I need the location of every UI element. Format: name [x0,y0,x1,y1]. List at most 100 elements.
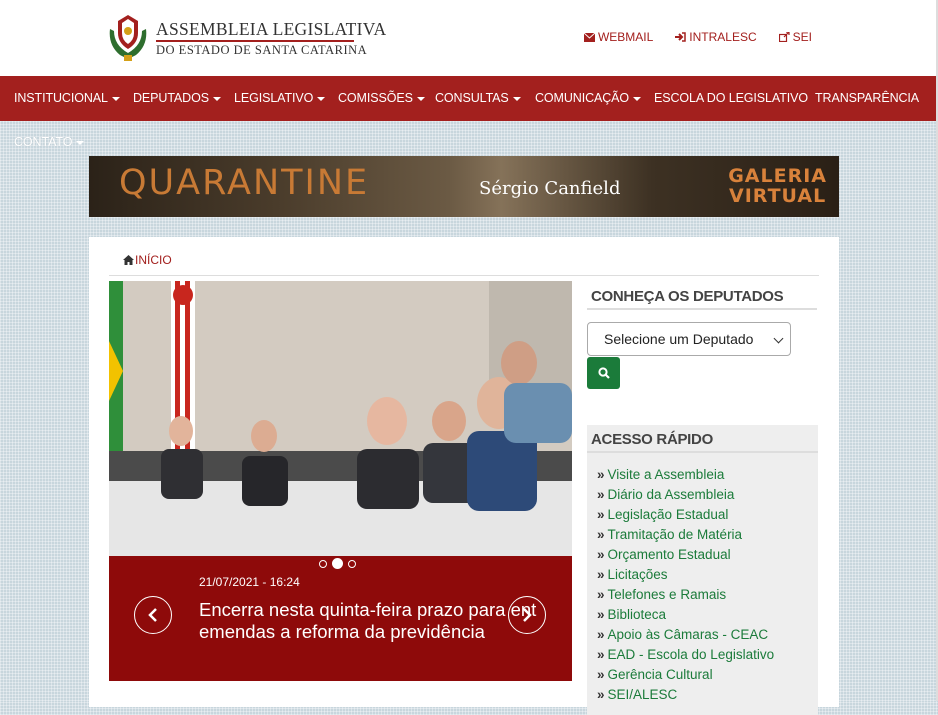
double-chevron-icon: » [597,507,605,522]
acesso-rapido-list: » Visite a Assembleia » Diário da Assemble… [597,467,774,707]
slide-title-line1: Encerra nesta quinta-feira prazo para en… [199,599,537,620]
alesc-logo[interactable]: ASSEMBLEIA LEGISLATIVA DO ESTADO DE SANT… [104,11,386,63]
deputado-select[interactable]: Selecione um Deputado [587,322,791,356]
acesso-rapido-heading: ACESSO RÁPIDO [591,431,713,448]
quick-link-label: Licitações [607,567,668,582]
quick-link[interactable]: » Visite a Assembleia [597,467,774,487]
slide-photo[interactable] [109,281,572,556]
quick-link[interactable]: » Telefones e Ramais [597,587,774,607]
double-chevron-icon: » [597,487,605,502]
intralesc-label: INTRALESC [689,30,757,44]
slide-dot[interactable] [348,559,356,568]
breadcrumb[interactable]: INÍCIO [123,253,172,267]
nav-row-2: CONTATO [0,121,936,156]
quick-link-label: Legislação Estadual [607,507,729,522]
quick-link-label: Apoio às Câmaras - CEAC [607,627,769,642]
session-photo [109,281,572,556]
nav-comissoes[interactable]: COMISSÕES [338,91,425,105]
sei-label: SEI [792,30,812,44]
site-header: ASSEMBLEIA LEGISLATIVA DO ESTADO DE SANT… [0,0,938,76]
quick-link[interactable]: » Gerência Cultural [597,667,774,687]
quick-link[interactable]: » EAD - Escola do Legislativo [597,647,774,667]
deputado-select-value: Selecione um Deputado [604,331,754,347]
logo-title: ASSEMBLEIA LEGISLATIVA [156,19,387,39]
deputado-search-button[interactable] [587,357,620,389]
quick-link[interactable]: » SEI/ALESC [597,687,774,707]
slide-prev-button[interactable] [134,596,172,634]
caret-down-icon [633,96,642,101]
double-chevron-icon: » [597,647,605,662]
quick-link[interactable]: » Legislação Estadual [597,507,774,527]
quick-link-label: EAD - Escola do Legislativo [607,647,775,662]
quick-link-label: Diário da Assembleia [607,487,735,502]
quick-link[interactable]: » Orçamento Estadual [597,547,774,567]
caret-down-icon [317,96,326,101]
nav-label: LEGISLATIVO [234,91,314,105]
nav-label: INSTITUCIONAL [14,91,108,105]
home-icon [123,255,134,265]
chevron-left-icon [148,608,157,622]
slide-indicators [319,558,356,569]
chevron-down-icon [773,333,784,344]
intralesc-link[interactable]: INTRALESC [675,30,757,44]
webmail-link[interactable]: WEBMAIL [583,30,654,44]
quick-link-label: Gerência Cultural [607,667,713,682]
nav-label: TRANSPARÊNCIA [815,91,920,105]
acesso-rapido-divider [587,451,818,453]
nav-contato[interactable]: CONTATO [14,135,85,149]
logo-subtitle: DO ESTADO DE SANTA CATARINA [156,43,368,57]
sei-link[interactable]: SEI [778,30,812,44]
quick-link-label: Telefones e Ramais [607,587,727,602]
news-slider: 21/07/2021 - 16:24 Encerra nesta quinta-… [109,281,572,681]
acesso-rapido-box: ACESSO RÁPIDO » Visite a Assembleia » Diár… [587,425,818,715]
slide-title-line2: emendas a reforma da previdência [199,621,485,642]
sign-in-icon [675,32,687,42]
nav-transparencia[interactable]: TRANSPARÊNCIA [815,91,919,105]
slide-dot[interactable] [319,559,327,568]
slide-dot-active[interactable] [332,558,343,569]
quick-link-label: Orçamento Estadual [607,547,731,562]
quick-link[interactable]: » Licitações [597,567,774,587]
banner-gallery: GALERIA VIRTUAL [728,166,827,206]
caret-down-icon [512,96,521,101]
gallery-banner[interactable]: QUARANTINE Sérgio Canfield GALERIA VIRTU… [89,156,839,217]
main-panel: INÍCIO 21/07/2021 - 16:24 Encerra nesta … [89,237,839,715]
deputados-heading: CONHEÇA OS DEPUTADOS [587,287,817,310]
quick-link-label: Visite a Assembleia [607,467,725,482]
nav-label: ESCOLA DO LEGISLATIVO [654,91,808,105]
caret-down-icon [111,96,120,101]
double-chevron-icon: » [597,667,605,682]
double-chevron-icon: » [597,587,605,602]
quick-link-label: Biblioteca [607,607,667,622]
quick-link-label: SEI/ALESC [607,687,678,702]
nav-label: COMUNICAÇÃO [535,91,630,105]
nav-institucional[interactable]: INSTITUCIONAL [14,91,120,105]
banner-artist: Sérgio Canfield [479,178,621,199]
double-chevron-icon: » [597,547,605,562]
slide-title[interactable]: Encerra nesta quinta-feira prazo para en… [199,599,536,643]
caret-down-icon [76,140,85,145]
envelope-icon [583,32,595,42]
caret-down-icon [416,96,425,101]
nav-label: COMISSÕES [338,91,413,105]
nav-label: DEPUTADOS [133,91,209,105]
nav-deputados[interactable]: DEPUTADOS [133,91,221,105]
quick-link[interactable]: » Tramitação de Matéria [597,527,774,547]
top-links: WEBMAIL INTRALESC SEI [583,30,812,44]
nav-comunicacao[interactable]: COMUNICAÇÃO [535,91,642,105]
breadcrumb-home: INÍCIO [135,253,172,267]
nav-consultas[interactable]: CONSULTAS [435,91,521,105]
double-chevron-icon: » [597,687,605,702]
nav-legislativo[interactable]: LEGISLATIVO [234,91,326,105]
slide-date: 21/07/2021 - 16:24 [199,575,300,589]
nav-escola[interactable]: ESCOLA DO LEGISLATIVO [654,91,808,105]
slide-next-button[interactable] [508,596,546,634]
webmail-label: WEBMAIL [597,30,654,44]
banner-gallery-line1: GALERIA [728,165,827,187]
quick-link[interactable]: » Diário da Assembleia [597,487,774,507]
double-chevron-icon: » [597,467,605,482]
quick-link[interactable]: » Biblioteca [597,607,774,627]
main-nav: INSTITUCIONAL DEPUTADOS LEGISLATIVO COMI… [0,76,936,121]
double-chevron-icon: » [597,607,605,622]
quick-link[interactable]: » Apoio às Câmaras - CEAC [597,627,774,647]
